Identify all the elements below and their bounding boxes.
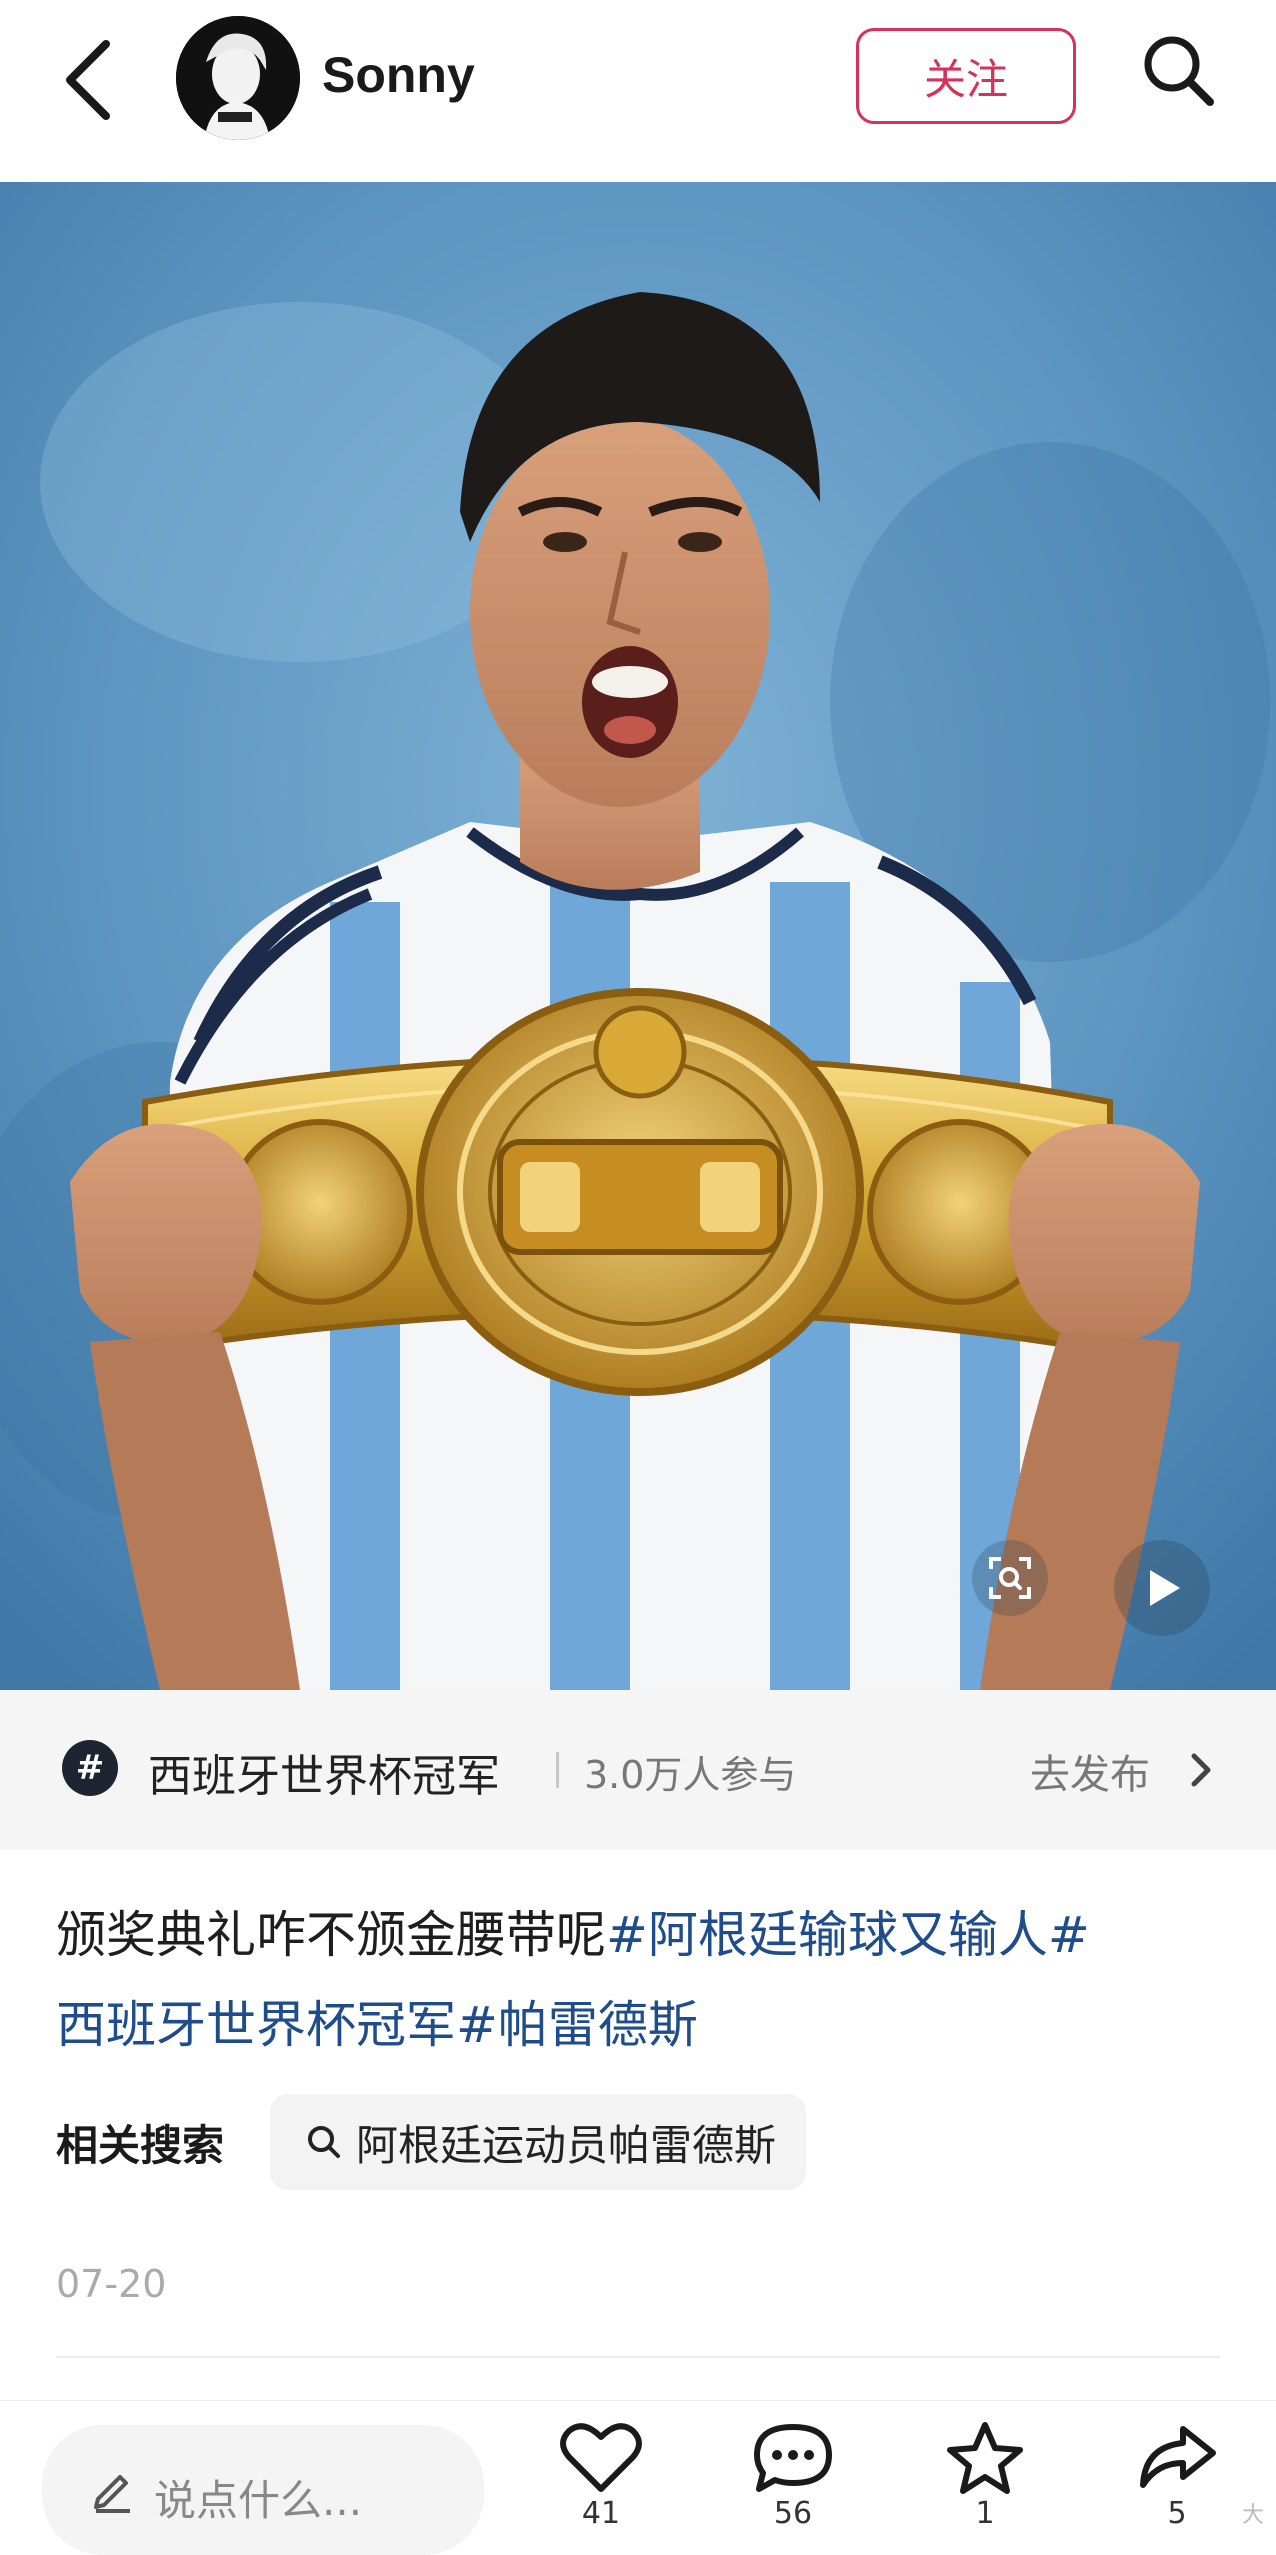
share-icon — [1140, 2426, 1216, 2488]
avatar-image — [176, 16, 300, 140]
post-content: 颁奖典礼咋不颁金腰带呢#阿根廷输球又输人# 西班牙世界杯冠军#帕雷德斯 — [56, 1890, 1220, 2070]
divider — [556, 1752, 559, 1788]
hashtag-icon: # — [62, 1740, 118, 1796]
top-bar: Sonny 关注 — [0, 0, 1276, 182]
share-count: 5 — [1167, 2496, 1187, 2531]
search-button[interactable] — [1138, 30, 1218, 110]
hashtag-link[interactable]: 帕雷德斯 — [498, 1996, 698, 2054]
topic-bar[interactable]: # 西班牙世界杯冠军 3.0万人参与 去发布 — [0, 1690, 1276, 1850]
follow-button[interactable]: 关注 — [856, 28, 1076, 124]
comment-count: 56 — [773, 2496, 813, 2531]
post-date: 07-20 — [56, 2262, 167, 2306]
topic-participants: 3.0万人参与 — [584, 1753, 797, 1797]
topic-publish-link[interactable]: 去发布 — [1030, 1742, 1150, 1800]
post-text: 颁奖典礼咋不颁金腰带呢 — [56, 1906, 606, 1964]
divider — [56, 2356, 1220, 2358]
comment-icon — [754, 2424, 832, 2492]
play-button[interactable] — [1114, 1540, 1210, 1636]
image-scan-icon — [989, 1557, 1031, 1599]
related-search-label: 相关搜索 — [56, 2121, 225, 2170]
chevron-left-icon — [66, 40, 110, 120]
like-count: 41 — [581, 2496, 621, 2531]
comment-placeholder: 说点什么... — [154, 2476, 363, 2525]
share-button[interactable]: 5 — [1122, 2421, 1232, 2541]
pencil-icon — [94, 2475, 130, 2513]
topic-title[interactable]: 西班牙世界杯冠军 — [148, 1740, 500, 1804]
comment-button[interactable]: 56 — [738, 2421, 848, 2541]
play-icon — [1150, 1570, 1180, 1606]
hashtag-link[interactable]: #阿根廷输球又输人# — [606, 1906, 1090, 1964]
search-icon — [308, 2126, 340, 2158]
photo-illustration — [0, 182, 1276, 1690]
heart-icon — [560, 2423, 642, 2492]
favorite-button[interactable]: 1 — [930, 2421, 1040, 2541]
hashtag-link[interactable]: 西班牙世界杯冠军# — [56, 1996, 498, 2054]
back-button[interactable] — [56, 30, 126, 130]
bottom-action-bar: 说点什么... 41 56 1 5 大 — [0, 2400, 1276, 2555]
comment-input[interactable]: 说点什么... — [42, 2425, 484, 2555]
search-icon — [1144, 36, 1214, 106]
favorite-count: 1 — [975, 2496, 995, 2531]
watermark-text: 大 — [1241, 2503, 1264, 2528]
image-scan-button[interactable] — [972, 1540, 1048, 1616]
related-search-query: 阿根廷运动员帕雷德斯 — [356, 2120, 777, 2170]
username[interactable]: Sonny — [322, 46, 475, 104]
avatar[interactable] — [176, 16, 300, 140]
chevron-right-icon — [1191, 1753, 1211, 1787]
like-button[interactable]: 41 — [546, 2421, 656, 2541]
star-icon — [947, 2422, 1023, 2494]
post-image[interactable] — [0, 182, 1276, 1690]
related-search-chip[interactable]: 阿根廷运动员帕雷德斯 — [270, 2094, 807, 2190]
